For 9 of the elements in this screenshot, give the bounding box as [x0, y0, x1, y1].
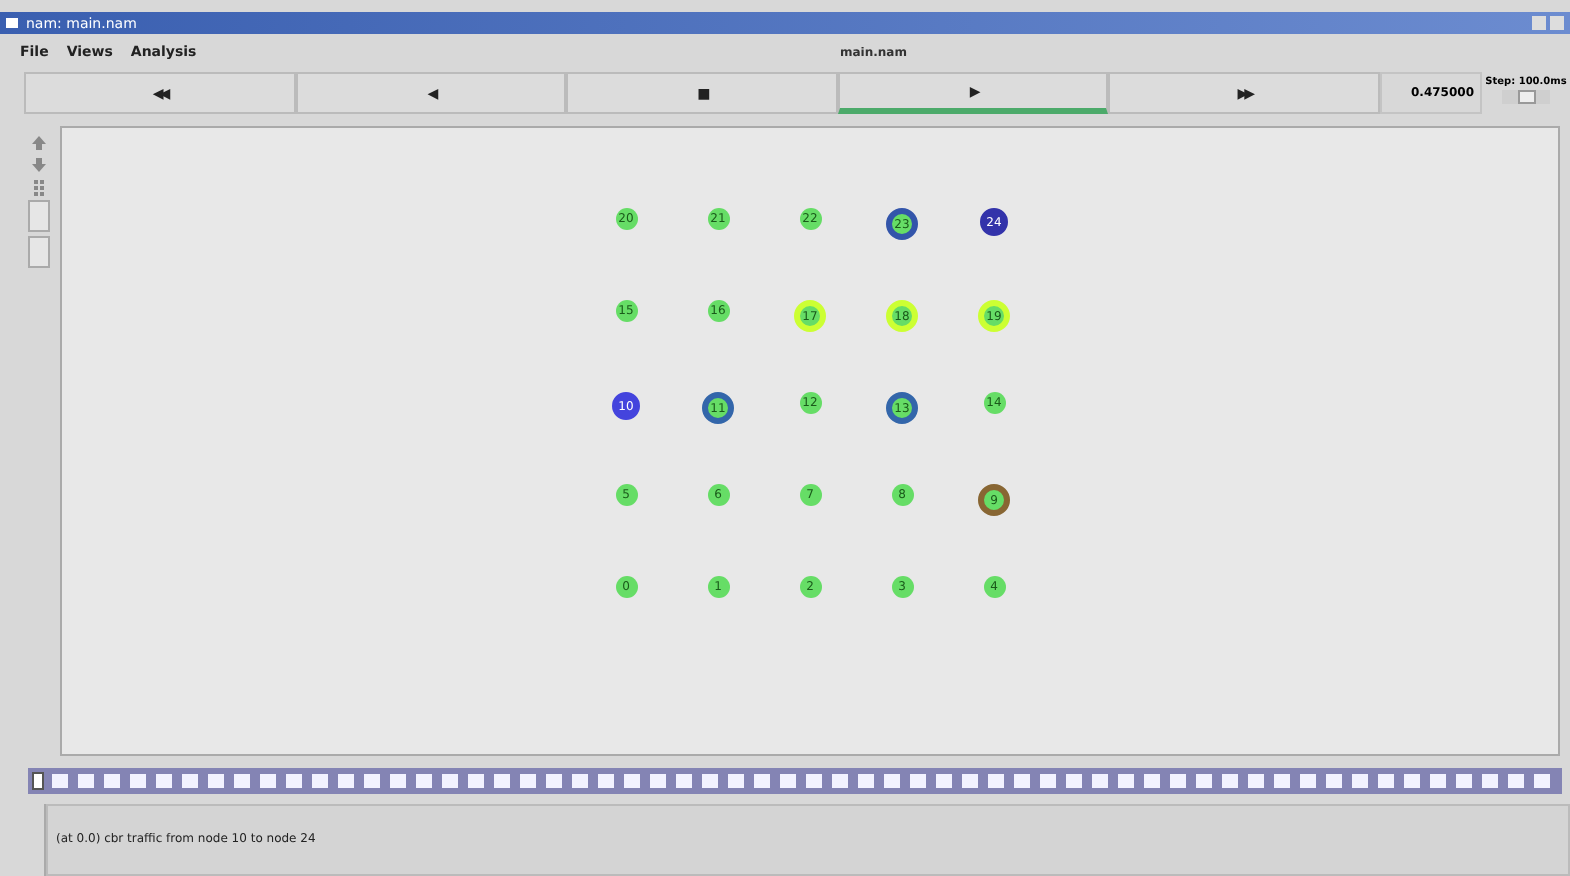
timeline-slider[interactable]: [28, 768, 1562, 794]
tool-button[interactable]: [27, 200, 49, 232]
slider-thumb[interactable]: [32, 772, 44, 790]
arrow-up-icon[interactable]: [29, 134, 47, 152]
arrow-down-icon[interactable]: [29, 156, 47, 174]
step-slider[interactable]: [1502, 90, 1550, 104]
slider-thumb[interactable]: [1518, 90, 1537, 104]
grip-icon[interactable]: [29, 178, 47, 196]
tool-button[interactable]: [27, 236, 49, 268]
